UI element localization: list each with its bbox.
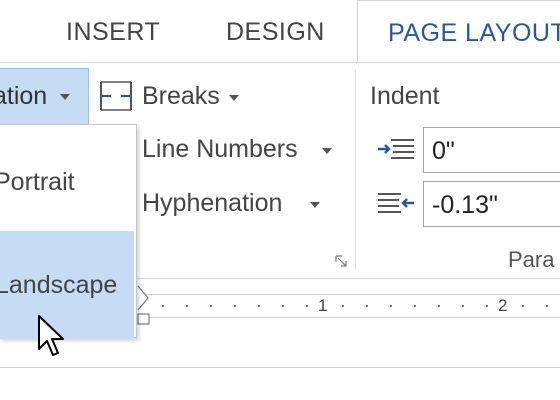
mouse-pointer-icon [38,315,64,356]
tab-insert[interactable]: INSERT [66,18,160,47]
tab-design[interactable]: DESIGN [226,18,325,47]
tab-page-layout-label: PAGE LAYOUT [388,19,560,47]
breaks-icon[interactable] [97,80,135,112]
orientation-menu: Portrait Landscape [0,124,137,339]
hyphenation-button[interactable]: Hyphenation [142,189,282,218]
indent-marker-icon[interactable] [136,284,152,328]
indent-right-field[interactable]: -0.13" [423,181,560,227]
dialog-launcher-icon[interactable] [335,255,347,267]
document-edge [0,367,560,368]
indent-right-icon [378,193,414,213]
dropdown-caret-icon [322,148,332,154]
document-area[interactable] [0,330,560,400]
orientation-button[interactable]: ation [0,68,89,126]
ruler-number: 2 [498,296,508,315]
ruler-number: 1 [318,296,328,315]
indent-left-field[interactable]: 0" [423,127,560,173]
dropdown-caret-icon [229,95,239,101]
menu-item-portrait[interactable]: Portrait [0,125,136,231]
menu-item-portrait-label: Portrait [0,168,75,196]
dropdown-caret-icon [310,202,320,208]
orientation-label: ation [0,82,48,110]
indent-heading: Indent [370,82,440,110]
group-separator [355,70,356,270]
line-numbers-button[interactable]: Line Numbers [142,135,298,164]
ruler[interactable]: 1 2 [140,294,560,318]
dropdown-caret-icon [60,94,70,100]
tab-page-layout[interactable]: PAGE LAYOUT [357,0,560,64]
indent-left-icon [378,139,414,159]
menu-item-landscape-label: Landscape [0,271,118,299]
indent-left-value: 0" [432,137,455,165]
indent-right-value: -0.13" [432,191,498,219]
paragraph-group-label: Para [508,247,555,272]
breaks-button[interactable]: Breaks [142,82,220,111]
